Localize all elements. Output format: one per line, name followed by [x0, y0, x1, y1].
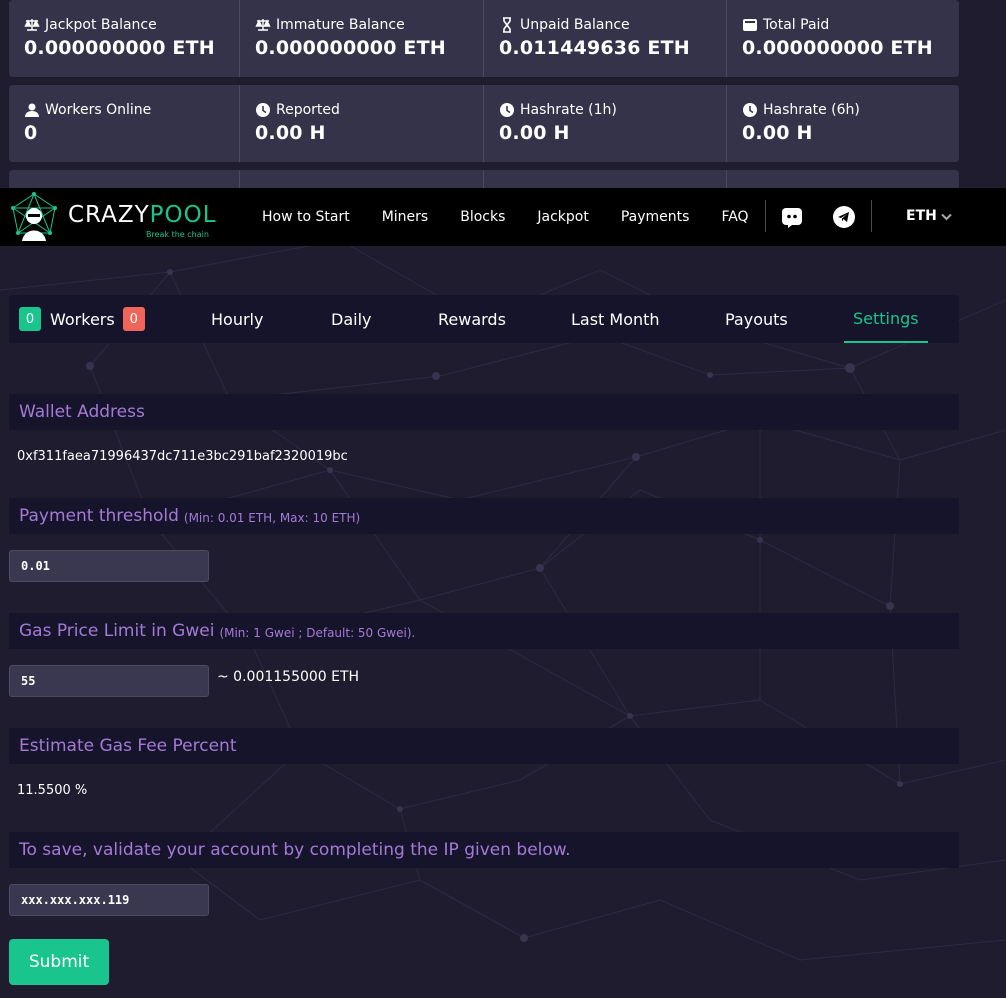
- nav-link-jackpot[interactable]: Jackpot: [537, 209, 588, 225]
- section-hint: (Min: 1 Gwei ; Default: 50 Gwei).: [219, 625, 416, 640]
- stat-value: 0: [24, 122, 38, 144]
- wallet-address-header: Wallet Address: [9, 394, 959, 430]
- stat-label: Hashrate (1h): [520, 102, 617, 118]
- stat-value: 0.000000000 ETH: [24, 37, 215, 59]
- stat-label: Workers Online: [45, 102, 152, 118]
- nav-link-how-to-start[interactable]: How to Start: [262, 209, 350, 225]
- tab-hourly[interactable]: Hourly: [211, 295, 263, 343]
- section-title: Payment threshold: [19, 506, 179, 526]
- users-icon: [25, 103, 39, 117]
- stat-label: Unpaid Balance: [520, 17, 630, 33]
- nav-link-miners[interactable]: Miners: [382, 209, 429, 225]
- stat-label: Hashrate (6h): [763, 102, 860, 118]
- section-hint: (Min: 0.01 ETH, Max: 10 ETH): [183, 510, 361, 525]
- stat-total-paid: Total Paid 0.000000000 ETH: [726, 0, 959, 77]
- gas-fee-percent-header: Estimate Gas Fee Percent: [9, 728, 959, 764]
- tab-workers[interactable]: 0 Workers 0: [19, 295, 145, 343]
- section-title: Estimate Gas Fee Percent: [19, 736, 237, 756]
- logo-mark-icon: [11, 192, 57, 241]
- stat-unpaid-balance: Unpaid Balance 0.011449636 ETH: [483, 0, 726, 77]
- stat-label: Immature Balance: [276, 17, 405, 33]
- wallet-icon: [743, 19, 757, 31]
- balance-scale-icon: [255, 19, 271, 31]
- nav-link-blocks[interactable]: Blocks: [460, 209, 505, 225]
- account-tabs: 0 Workers 0 Hourly Daily Rewards Last Mo…: [9, 295, 959, 343]
- stat-value: 0.000000000 ETH: [742, 37, 933, 59]
- stat-value: 0.00 H: [742, 122, 813, 144]
- stats-row-balances: Jackpot Balance 0.000000000 ETH Immature…: [9, 0, 959, 77]
- clock-icon: [256, 103, 270, 117]
- section-title: To save, validate your account by comple…: [19, 840, 571, 860]
- stat-reported: Reported 0.00 H: [239, 85, 483, 162]
- stat-workers-online: Workers Online 0: [9, 85, 239, 162]
- stat-value: 0.011449636 ETH: [499, 37, 690, 59]
- logo-word-crazy: CRAZY: [68, 202, 150, 228]
- submit-button[interactable]: Submit: [9, 939, 109, 985]
- stat-hashrate-6h: Hashrate (6h) 0.00 H: [726, 85, 959, 162]
- stat-value: 0.00 H: [499, 122, 570, 144]
- discord-icon[interactable]: [780, 205, 804, 229]
- crazypool-logo[interactable]: CRAZYPOOL Break the chain: [8, 191, 216, 243]
- tab-settings[interactable]: Settings: [844, 295, 928, 343]
- stat-label: Reported: [276, 102, 340, 118]
- chevron-down-icon: [941, 213, 952, 220]
- nav-divider: [765, 200, 766, 232]
- balance-scale-icon: [24, 19, 40, 31]
- validation-header: To save, validate your account by comple…: [9, 832, 959, 868]
- wallet-address-value: 0xf311faea71996437dc711e3bc291baf2320019…: [17, 449, 348, 464]
- logo-word-pool: POOL: [149, 202, 217, 228]
- nav-link-payments[interactable]: Payments: [621, 209, 690, 225]
- coin-selector-label: ETH: [906, 208, 937, 224]
- tab-payouts[interactable]: Payouts: [725, 295, 788, 343]
- top-navbar: CRAZYPOOL Break the chain How to Start M…: [0, 188, 1006, 246]
- gas-price-input[interactable]: [9, 665, 209, 697]
- payment-threshold-input[interactable]: [9, 550, 209, 582]
- logo-tagline: Break the chain: [146, 230, 209, 239]
- workers-online-badge: 0: [19, 307, 41, 331]
- tab-last-month[interactable]: Last Month: [571, 295, 660, 343]
- stats-row-hashrate: Workers Online 0 Reported 0.00 H Hashrat…: [9, 85, 959, 162]
- hourglass-icon: [503, 17, 511, 33]
- stat-immature-balance: Immature Balance 0.000000000 ETH: [239, 0, 483, 77]
- stat-label: Total Paid: [763, 17, 830, 33]
- nav-links: How to Start Miners Blocks Jackpot Payme…: [262, 188, 781, 246]
- stat-value: 0.00 H: [255, 122, 326, 144]
- stat-value: 0.000000000 ETH: [255, 37, 446, 59]
- nav-divider: [871, 200, 872, 232]
- workers-offline-badge: 0: [122, 307, 145, 331]
- tab-workers-label: Workers: [50, 309, 115, 329]
- nav-link-faq[interactable]: FAQ: [721, 209, 748, 225]
- tab-daily[interactable]: Daily: [331, 295, 371, 343]
- clock-icon: [500, 103, 514, 117]
- coin-selector[interactable]: ETH: [906, 208, 952, 224]
- payment-threshold-header: Payment threshold (Min: 0.01 ETH, Max: 1…: [9, 498, 959, 534]
- gas-eth-estimate: ~ 0.001155000 ETH: [217, 669, 360, 685]
- telegram-icon[interactable]: [832, 205, 856, 229]
- gas-price-header: Gas Price Limit in Gwei (Min: 1 Gwei ; D…: [9, 613, 959, 649]
- stat-label: Jackpot Balance: [45, 17, 157, 33]
- section-title: Wallet Address: [19, 402, 145, 422]
- ip-validation-input[interactable]: [9, 884, 209, 916]
- stat-jackpot-balance: Jackpot Balance 0.000000000 ETH: [9, 0, 239, 77]
- tab-rewards[interactable]: Rewards: [438, 295, 506, 343]
- clock-icon: [743, 103, 757, 117]
- gas-fee-percent-value: 11.5500 %: [17, 783, 88, 798]
- stat-hashrate-1h: Hashrate (1h) 0.00 H: [483, 85, 726, 162]
- section-title: Gas Price Limit in Gwei: [19, 621, 215, 641]
